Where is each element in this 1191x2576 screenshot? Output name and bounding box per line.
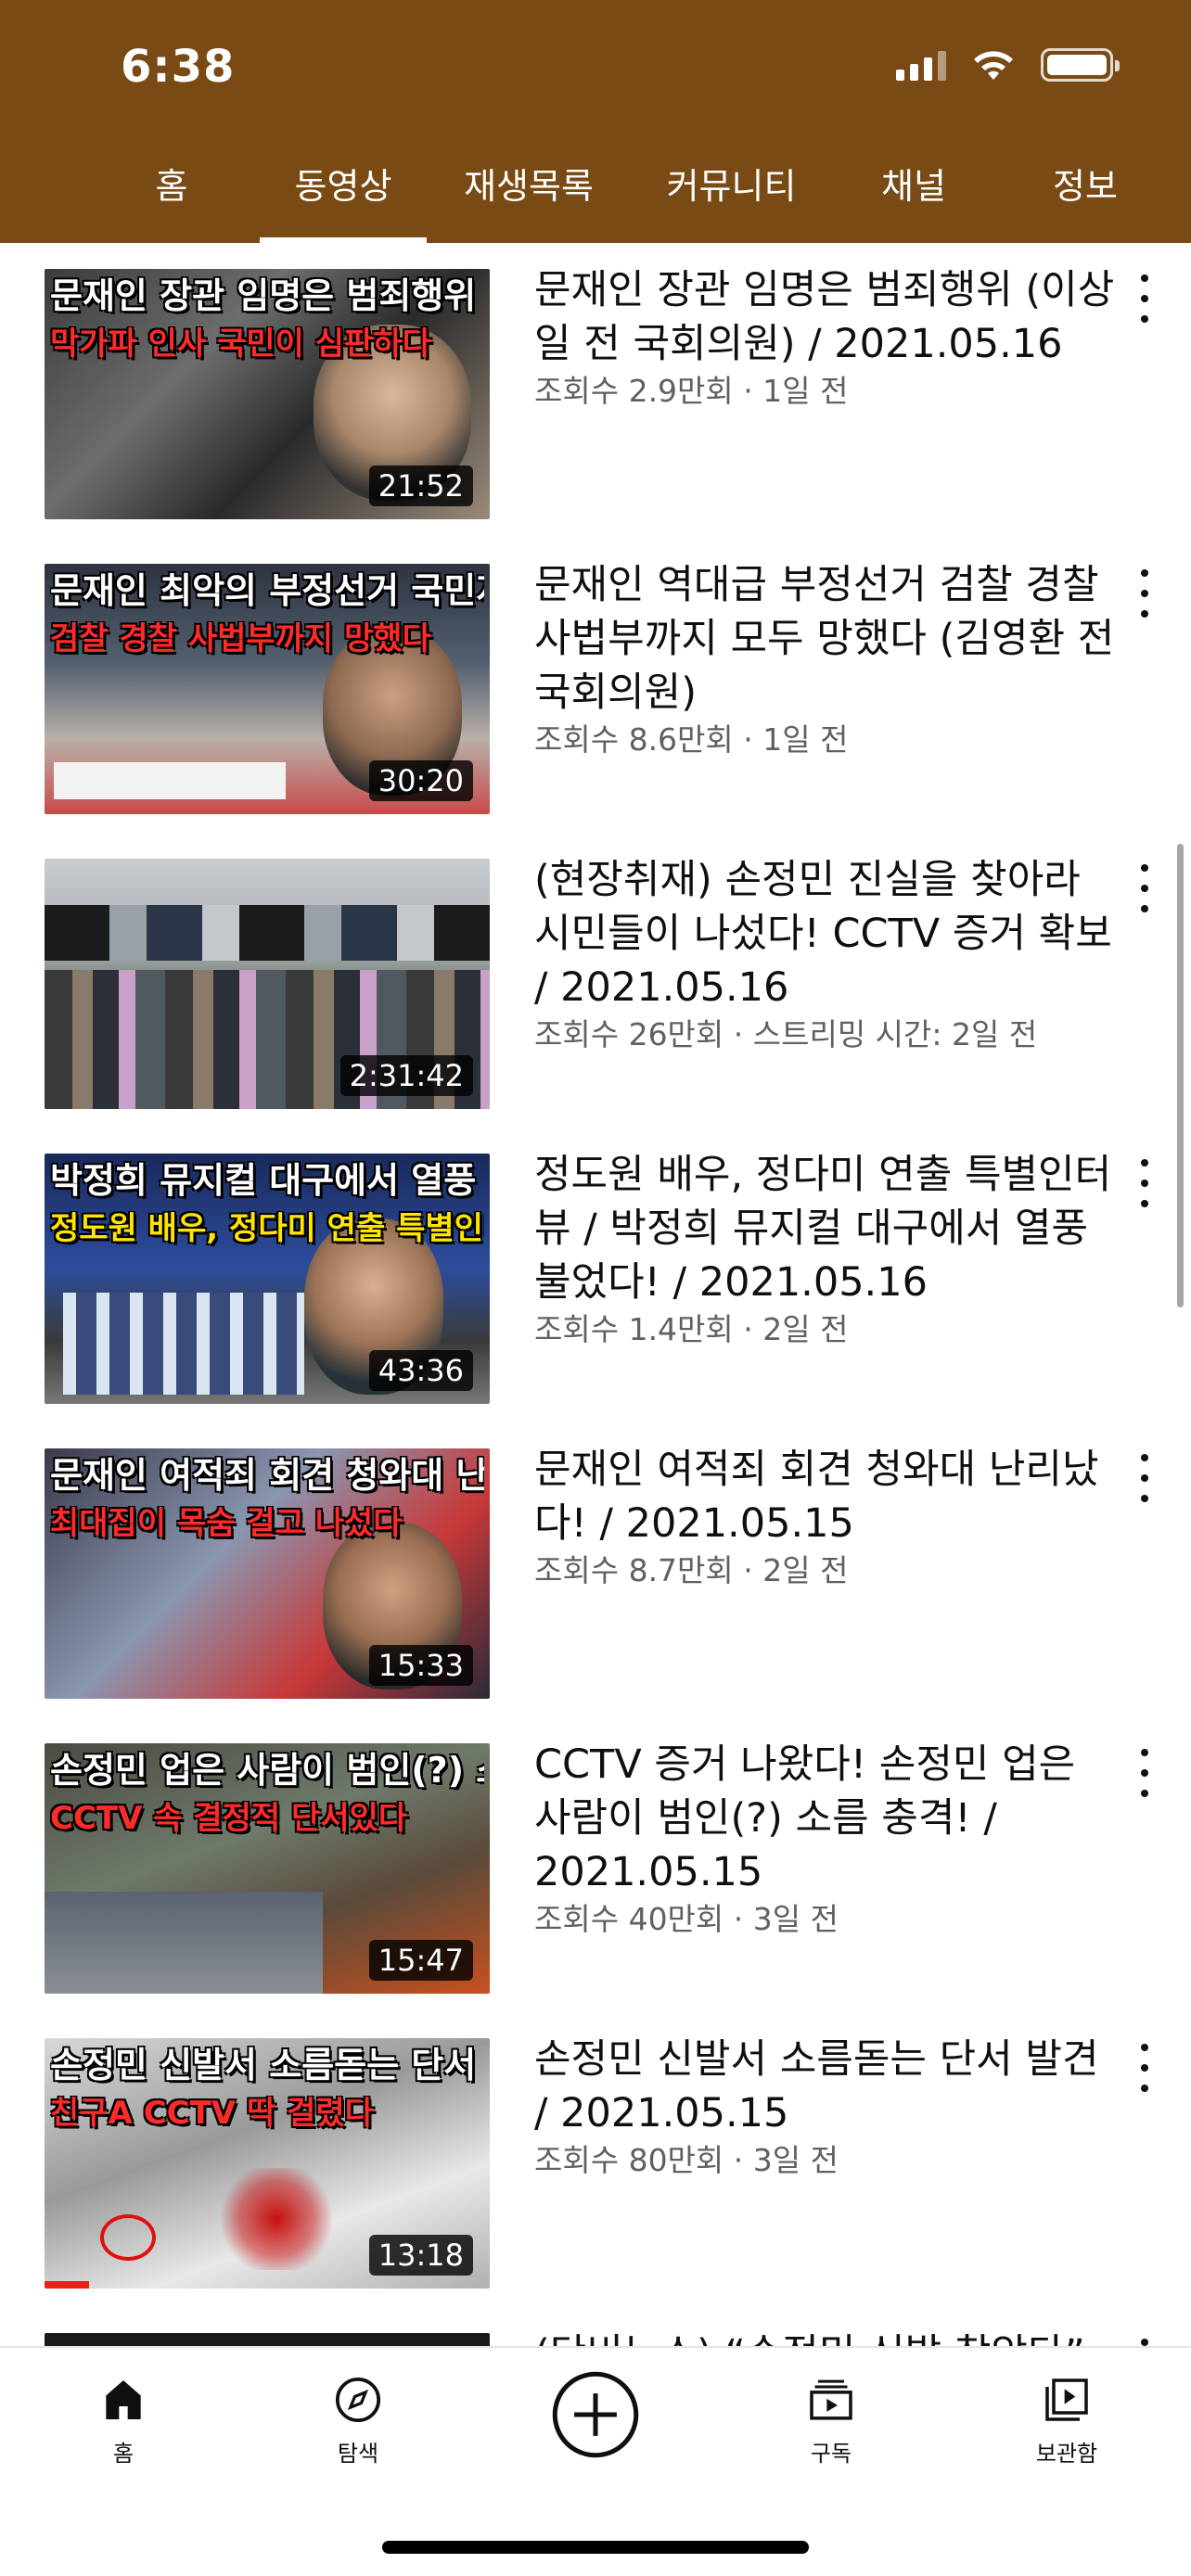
thumbnail-subline: 검찰 경찰 사법부까지 망했다	[50, 621, 431, 657]
tab-community[interactable]: 커뮤니티	[655, 147, 808, 243]
video-meta: 조회수 2.9만회 · 1일 전	[534, 373, 849, 409]
home-icon	[106, 2380, 141, 2419]
nav-create[interactable]	[521, 2368, 670, 2461]
wifi-icon	[974, 51, 1013, 80]
duration-badge: 15:33	[368, 1645, 473, 1686]
video-meta: 조회수 8.7만회 · 2일 전	[534, 1552, 849, 1588]
nav-home-label: 홈	[112, 2441, 134, 2467]
video-title[interactable]: 문재인 여적죄 회견 청와대 난리났다! / 2021.05.15	[534, 1443, 1119, 1550]
status-icons	[896, 48, 1120, 82]
video-item[interactable]: 손정민 업은 사람이 범인(?) 소름 충격 CCTV 속 결정적 단서있다 1…	[0, 1717, 1191, 2012]
duration-badge: 43:36	[368, 1350, 473, 1391]
thumbnail-subline: 최대집이 목숨 걸고 나섰다	[50, 1506, 403, 1542]
thumbnail-subline: 정도원 배우, 정다미 연출 특별인터뷰	[50, 1211, 484, 1247]
duration-badge: 30:20	[368, 760, 473, 801]
video-title[interactable]: 문재인 역대급 부정선거 검찰 경찰 사법부까지 모두 망했다 (김영환 전 국…	[534, 558, 1119, 720]
video-thumbnail[interactable]	[45, 2333, 490, 2346]
nav-explore[interactable]: 탐색	[284, 2374, 432, 2468]
more-options-icon[interactable]	[1135, 271, 1154, 326]
video-meta: 조회수 40만회 · 3일 전	[534, 1901, 839, 1937]
nav-subscriptions[interactable]: 구독	[757, 2374, 905, 2468]
video-meta: 조회수 80만회 · 3일 전	[534, 2142, 839, 2178]
video-item[interactable]: 문재인 최악의 부정선거 국민저항 시작 검찰 경찰 사법부까지 망했다 30:…	[0, 538, 1191, 833]
more-options-icon[interactable]	[1135, 861, 1154, 916]
video-thumbnail[interactable]: 문재인 최악의 부정선거 국민저항 시작 검찰 경찰 사법부까지 망했다 30:…	[45, 564, 490, 814]
video-item[interactable]: 2:31:42 (현장취재) 손정민 진실을 찾아라 시민들이 나섰다! CCT…	[0, 833, 1191, 1128]
video-meta: 조회수 26만회 · 스트리밍 시간: 2일 전	[534, 1016, 1038, 1052]
duration-badge: 13:18	[368, 2235, 473, 2276]
thumbnail-headline: 박정희 뮤지컬 대구에서 열풍 불었다	[50, 1161, 484, 1201]
compass-icon	[335, 2377, 381, 2423]
watch-progress-bar	[45, 2281, 89, 2289]
nav-library[interactable]: 보관함	[992, 2374, 1141, 2468]
video-item[interactable]: 박정희 뮤지컬 대구에서 열풍 불었다 정도원 배우, 정다미 연출 특별인터뷰…	[0, 1128, 1191, 1422]
nav-explore-label: 탐색	[337, 2441, 379, 2467]
channel-header: 6:38 홈 동영상 재생목록 커뮤니티 채널 정보	[0, 0, 1191, 243]
tab-channels[interactable]: 채널	[863, 147, 965, 243]
video-item[interactable]: 손정민 신발서 소름돋는 단서 발견 친구A CCTV 딱 걸렸다 13:18 …	[0, 2012, 1191, 2307]
video-thumbnail[interactable]: 손정민 업은 사람이 범인(?) 소름 충격 CCTV 속 결정적 단서있다 1…	[45, 1743, 490, 1994]
video-meta: 조회수 1.4만회 · 2일 전	[534, 1311, 849, 1347]
status-time: 6:38	[121, 41, 236, 93]
video-title[interactable]: (현장취재) 손정민 진실을 찾아라 시민들이 나섰다! CCTV 증거 확보 …	[534, 853, 1119, 1014]
more-options-icon[interactable]	[1135, 1155, 1154, 1211]
video-meta: 조회수 8.6만회 · 1일 전	[534, 721, 849, 758]
video-title[interactable]: CCTV 증거 나왔다! 손정민 업은 사람이 범인(?) 소름 충격! / 2…	[534, 1738, 1119, 1899]
video-title[interactable]: 문재인 장관 임명은 범죄행위 (이상일 전 국회의원) / 2021.05.1…	[534, 263, 1119, 371]
duration-badge: 2:31:42	[339, 1055, 473, 1096]
thumbnail-headline: 손정민 업은 사람이 범인(?) 소름 충격	[50, 1751, 484, 1791]
video-list: 문재인 장관 임명은 범죄행위 막가파 인사 국민이 심판하다 21:52 문재…	[0, 243, 1191, 2346]
video-thumbnail[interactable]: 2:31:42	[45, 859, 490, 1109]
tab-home[interactable]: 홈	[130, 147, 213, 243]
thumbnail-subline: CCTV 속 결정적 단서있다	[50, 1801, 408, 1837]
nav-library-label: 보관함	[1035, 2441, 1098, 2467]
subscriptions-icon	[810, 2379, 852, 2420]
more-options-icon[interactable]	[1135, 2335, 1154, 2346]
duration-badge: 21:52	[368, 465, 473, 506]
duration-badge: 15:47	[368, 1940, 473, 1981]
video-thumbnail[interactable]: 문재인 여적죄 회견 청와대 난리 났다 최대집이 목숨 걸고 나섰다 15:3…	[45, 1448, 490, 1699]
thumbnail-headline: 문재인 장관 임명은 범죄행위	[50, 276, 477, 316]
more-options-icon[interactable]	[1135, 1450, 1154, 1506]
video-thumbnail[interactable]: 문재인 장관 임명은 범죄행위 막가파 인사 국민이 심판하다 21:52	[45, 269, 490, 519]
video-title[interactable]: 손정민 신발서 소름돋는 단서 발견 / 2021.05.15	[534, 2033, 1119, 2140]
cellular-signal-icon	[896, 49, 946, 81]
tab-about[interactable]: 정보	[1039, 147, 1132, 243]
thumbnail-subline: 친구A CCTV 딱 걸렸다	[50, 2096, 374, 2132]
video-item[interactable]: 문재인 여적죄 회견 청와대 난리 났다 최대집이 목숨 걸고 나섰다 15:3…	[0, 1422, 1191, 1717]
channel-tabs: 홈 동영상 재생목록 커뮤니티 채널 정보	[0, 147, 1191, 243]
home-indicator	[382, 2541, 809, 2554]
add-icon	[552, 2371, 639, 2458]
more-options-icon[interactable]	[1135, 566, 1154, 621]
more-options-icon[interactable]	[1135, 1745, 1154, 1801]
tab-videos[interactable]: 동영상	[260, 147, 427, 243]
tab-playlists[interactable]: 재생목록	[455, 147, 603, 243]
video-item[interactable]: (단비뉴스) “손정민 신발 찾았다”	[0, 2307, 1191, 2346]
scrollbar[interactable]	[1177, 844, 1184, 1307]
thumbnail-headline: 문재인 최악의 부정선거 국민저항 시작	[50, 571, 484, 611]
video-title[interactable]: (단비뉴스) “손정민 신발 찾았다”	[534, 2327, 1119, 2346]
battery-icon	[1041, 48, 1120, 82]
thumbnail-subline: 막가파 인사 국민이 심판하다	[50, 326, 431, 363]
video-title[interactable]: 정도원 배우, 정다미 연출 특별인터뷰 / 박정희 뮤지컬 대구에서 열풍 불…	[534, 1148, 1119, 1309]
thumbnail-headline: 문재인 여적죄 회견 청와대 난리 났다	[50, 1456, 484, 1496]
video-item[interactable]: 문재인 장관 임명은 범죄행위 막가파 인사 국민이 심판하다 21:52 문재…	[0, 243, 1191, 538]
more-options-icon[interactable]	[1135, 2040, 1154, 2096]
banner-graphic	[54, 762, 286, 799]
nav-subscriptions-label: 구독	[810, 2441, 852, 2467]
library-icon	[1045, 2378, 1088, 2421]
thumbnail-headline: 손정민 신발서 소름돋는 단서 발견	[50, 2046, 484, 2085]
nav-home[interactable]: 홈	[49, 2374, 198, 2468]
video-thumbnail[interactable]: 손정민 신발서 소름돋는 단서 발견 친구A CCTV 딱 걸렸다 13:18	[45, 2038, 490, 2289]
video-thumbnail[interactable]: 박정희 뮤지컬 대구에서 열풍 불었다 정도원 배우, 정다미 연출 특별인터뷰…	[45, 1154, 490, 1404]
